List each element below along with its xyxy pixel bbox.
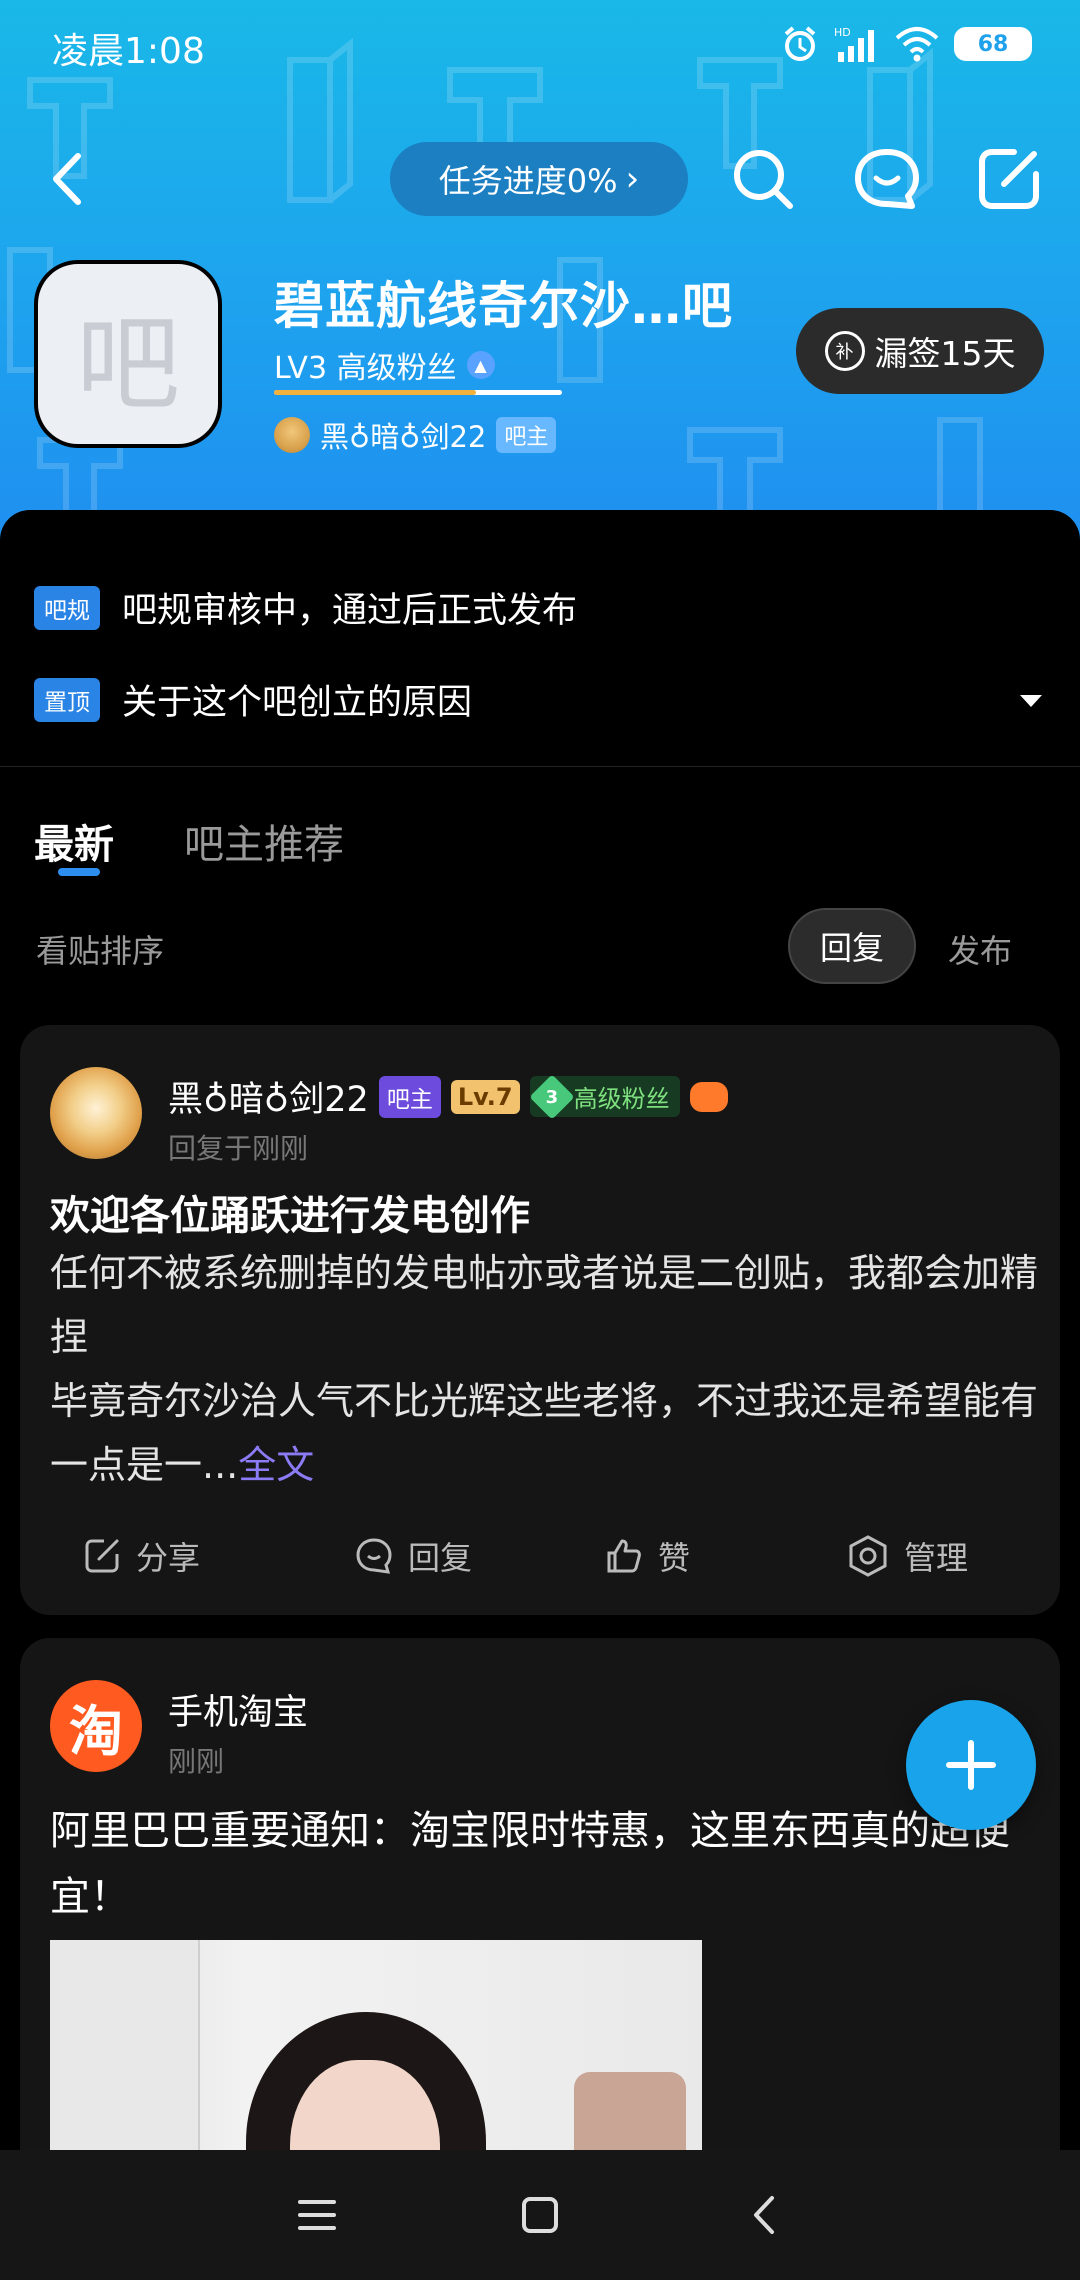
fan-level-gem-icon: 3 [528,1073,575,1120]
task-progress-label: 任务进度0% [438,162,618,200]
system-navigation-bar [0,2150,1080,2280]
author-name[interactable]: 手机淘宝 [168,1684,308,1735]
fan-tag: 3 高级粉丝 [528,1073,680,1120]
message-icon[interactable] [852,144,922,214]
notice-pinned[interactable]: 置顶 关于这个吧创立的原因 [34,674,472,725]
post-body-line: 任何不被系统删掉的发电帖亦或者说是二创贴，我都会加精捏 [50,1251,1039,1359]
like-button[interactable]: 赞 [604,1533,690,1579]
forum-title: 碧蓝航线奇尔沙…吧 [274,277,733,335]
svg-text:HD: HD [834,26,851,39]
manage-button[interactable]: 管理 [846,1533,968,1579]
read-more-link[interactable]: 全文 [238,1443,314,1487]
compose-icon[interactable] [974,144,1044,214]
gamepad-icon [689,1081,728,1112]
tab-latest[interactable]: 最新 [34,812,114,870]
post-card[interactable]: 淘 手机淘宝 刚刚 阿里巴巴重要通知：淘宝限时特惠，这里东西真的超便宜！ [20,1638,1060,2238]
alarm-icon [784,26,816,61]
author-name[interactable]: 黑♁暗♁剑22 [168,1071,369,1122]
signal-icon: HD [834,26,874,62]
fan-tag-label: 高级粉丝 [573,1085,670,1113]
reply-label: 回复 [408,1539,473,1577]
rocket-icon: ▲ [466,351,495,379]
share-label: 分享 [136,1539,201,1577]
back-arrow-icon[interactable] [40,144,96,214]
manage-label: 管理 [904,1539,969,1577]
post-body: 阿里巴巴重要通知：淘宝限时特惠，这里东西真的超便宜！ [50,1808,1010,1920]
sign-in-button[interactable]: 补 漏签15天 [796,308,1044,394]
post-meta: 回复于刚刚 [168,1132,309,1165]
status-time: 凌晨1:08 [52,31,205,72]
sort-label: 看贴排序 [36,932,165,970]
status-bar: 凌晨1:08 HD 68 [0,0,1080,90]
level-progress-bar [274,390,562,395]
sort-by-reply-button[interactable]: 回复 [788,908,916,984]
forum-level-label: LV3 高级粉丝 [274,351,457,386]
notice-text: 吧规审核中，通过后正式发布 [122,591,578,631]
tab-active-indicator [58,868,100,876]
thumbs-up-icon [607,1539,641,1573]
make-up-sign-icon: 补 [824,331,865,371]
new-post-button[interactable] [906,1700,1036,1830]
post-body-line: 毕竟奇尔沙治人气不比光辉这些老将，不过我还是希望能有一点是一...全文 [50,1369,1040,1497]
reply-button[interactable]: 回复 [354,1533,472,1579]
forum-content: 吧规 吧规审核中，通过后正式发布 置顶 关于这个吧创立的原因 最新 吧主推荐 看… [0,510,1080,2238]
plus-icon [946,1740,996,1790]
taobao-avatar[interactable]: 淘 [50,1680,142,1772]
forum-level: LV3 高级粉丝 ▲ [274,343,495,387]
share-button[interactable]: 分享 [82,1533,200,1579]
settings-hex-icon [849,1535,887,1577]
chevron-right-icon: › [625,159,640,199]
post-card[interactable]: 黑♁暗♁剑22 吧主 Lv.7 3 高级粉丝 回复于刚刚 欢迎各位踊跃进行发电创… [20,1025,1060,1615]
status-icons: HD 68 [780,22,1032,66]
post-body: 任何不被系统删掉的发电帖亦或者说是二创贴，我都会加精捏 毕竟奇尔沙治人气不比光辉… [50,1241,1040,1497]
level-tag: Lv.7 [450,1079,520,1114]
task-progress-button[interactable]: 任务进度0% › [390,142,688,216]
system-back-icon[interactable] [730,2180,800,2250]
home-icon[interactable] [505,2180,575,2250]
battery-indicator: 68 [954,27,1032,61]
expand-notices-icon[interactable] [1020,695,1042,707]
post-title: 欢迎各位踊跃进行发电创作 [50,1193,530,1239]
tab-owner-recommend[interactable]: 吧主推荐 [184,812,344,870]
owner-tag: 吧主 [496,417,557,453]
post-meta: 刚刚 [168,1745,225,1778]
owner-tag: 吧主 [378,1075,441,1118]
reply-icon [356,1538,392,1574]
notice-text: 关于这个吧创立的原因 [122,683,473,723]
wifi-icon [895,27,939,62]
notice-badge: 吧规 [34,585,100,630]
divider [0,766,1080,767]
post-actions: 分享 回复 赞 管理 [20,1533,1060,1593]
author-line: 黑♁暗♁剑22 吧主 Lv.7 3 高级粉丝 [168,1071,728,1122]
forum-owner[interactable]: 黑♁暗♁剑22 吧主 [274,414,557,456]
like-label: 赞 [658,1539,691,1577]
sort-by-post-button[interactable]: 发布 [948,926,1012,972]
search-icon[interactable] [728,144,798,214]
menu-icon[interactable] [282,2180,352,2250]
notice-badge: 置顶 [34,677,100,722]
author-line: 手机淘宝 [168,1684,308,1735]
author-avatar[interactable] [50,1067,142,1159]
post-body-text: 毕竟奇尔沙治人气不比光辉这些老将，不过我还是希望能有一点是一... [50,1379,1039,1487]
owner-name: 黑♁暗♁剑22 [320,420,487,454]
fan-level-number: 3 [545,1086,558,1107]
forum-avatar[interactable]: 吧 [34,260,222,448]
share-icon [85,1539,119,1573]
forum-header: 凌晨1:08 HD 68 任务进度0% › 吧 碧蓝航线奇尔沙…吧 LV3 高级… [0,0,1080,540]
owner-avatar [274,417,310,453]
level-progress-fill [274,390,476,395]
sign-in-label: 漏签15天 [874,334,1016,373]
notice-rules[interactable]: 吧规 吧规审核中，通过后正式发布 [34,582,577,633]
